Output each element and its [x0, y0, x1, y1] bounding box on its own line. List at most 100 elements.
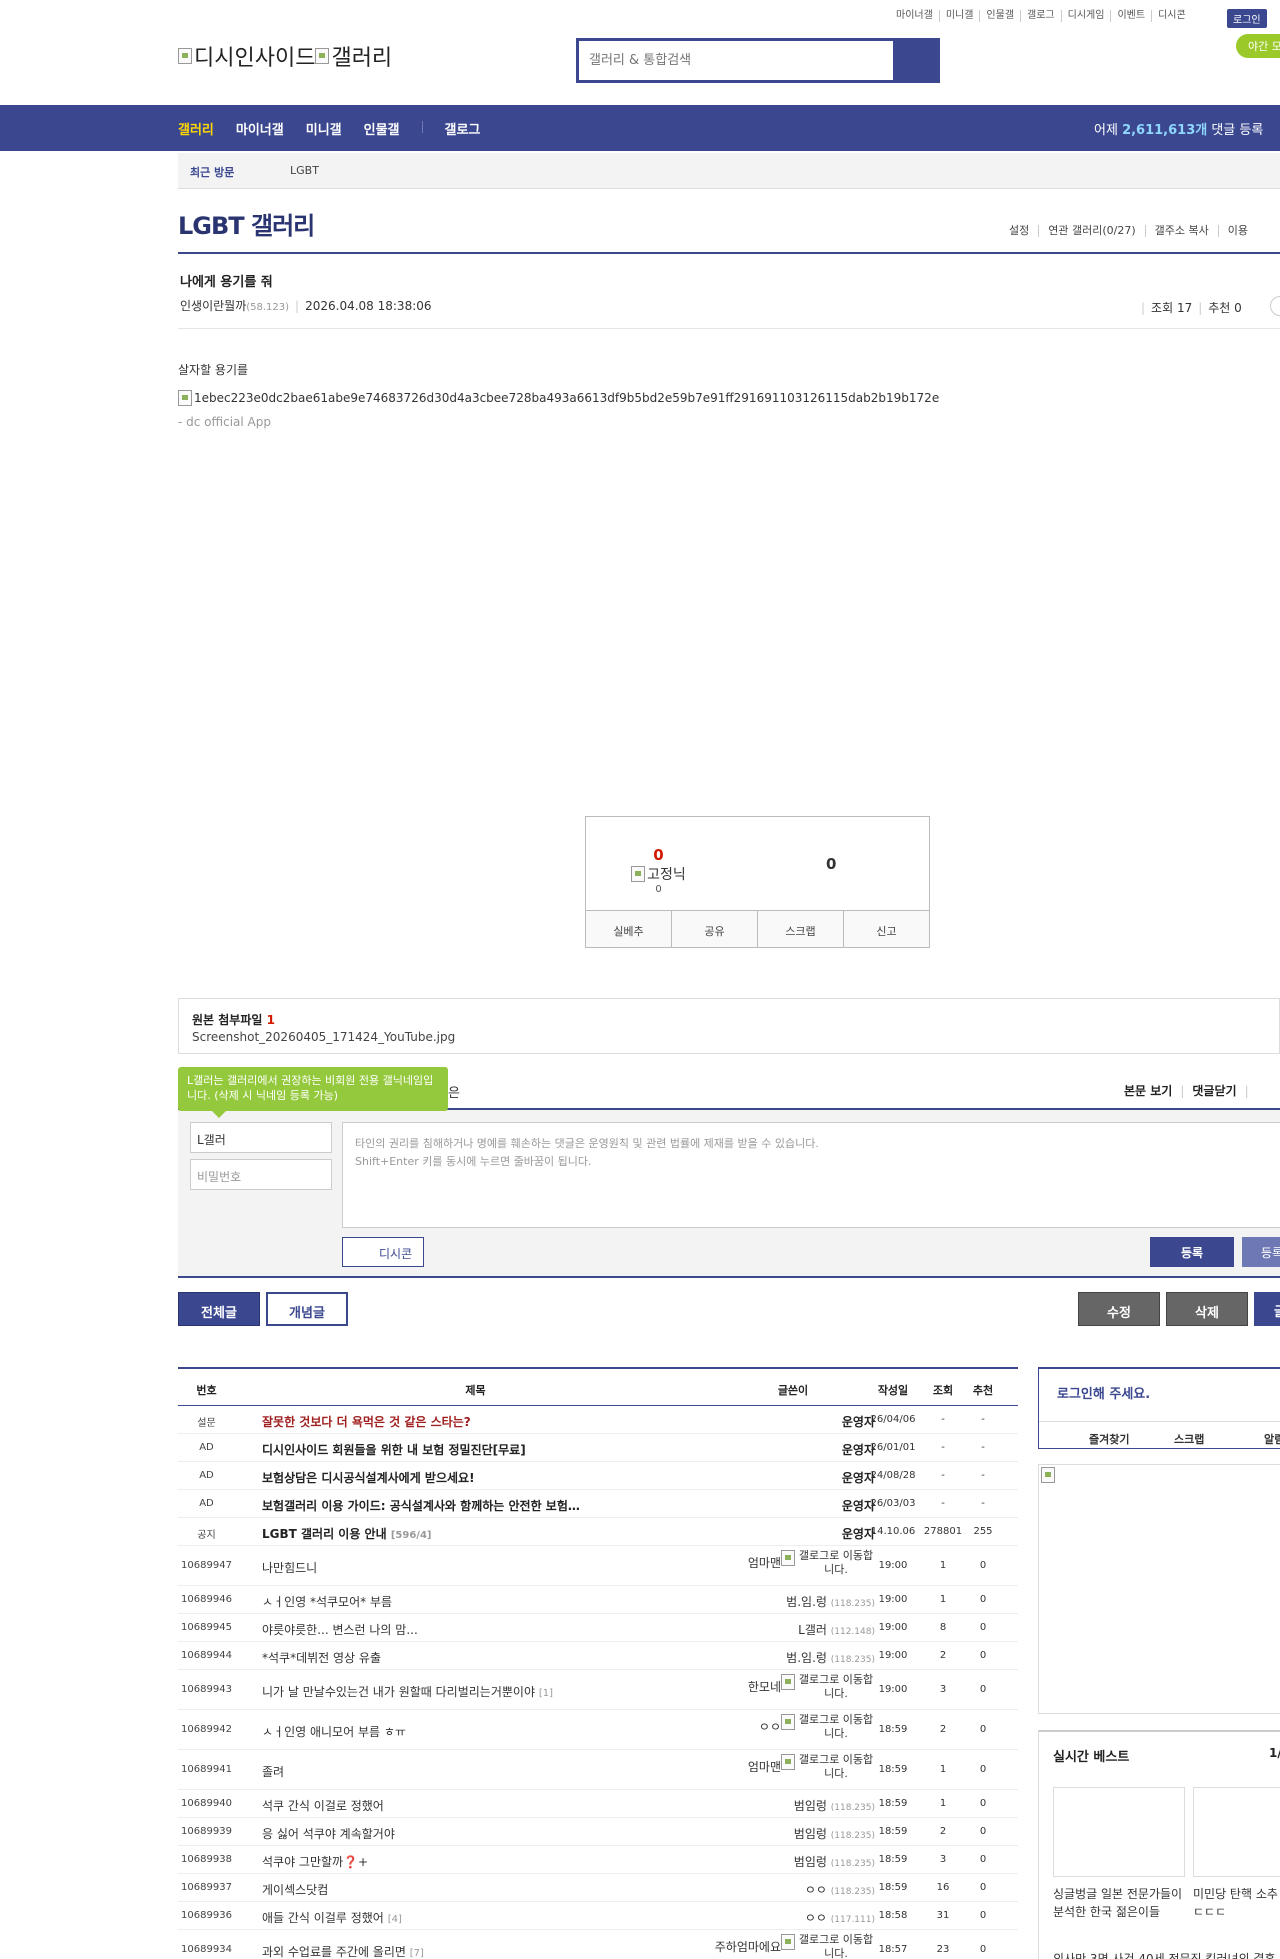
row-writer[interactable]: ㅇㅇ (118.235) [683, 1881, 875, 1898]
best-item[interactable]: 의사만 3명 사건 40세 전문직 킬러녀의 결혼 [1053, 1950, 1275, 1959]
gallog-link[interactable]: 갤로그로 이동합니다. [781, 1933, 875, 1959]
row-writer[interactable]: ㅇㅇ 갤로그로 이동합니다. [683, 1713, 875, 1741]
table-row[interactable]: 10689943 니가 날 만날수있는건 내가 원할때 다리벌리는거뿐이야 [1]… [178, 1670, 1018, 1710]
top-link[interactable]: 마이너갤 [890, 10, 939, 22]
post-image[interactable]: 1ebec223e0dc2bae61abe9e74683726d30d4a3cb… [178, 390, 939, 406]
gallery-tool[interactable]: 이용 [1217, 225, 1257, 237]
best-thumb[interactable] [1193, 1787, 1280, 1877]
row-writer[interactable]: L갤러 (112.148) [683, 1621, 875, 1638]
table-row[interactable]: 10689937 게이섹스닷컴 ㅇㅇ (118.235) 18:59 16 0 [178, 1874, 1018, 1902]
table-row[interactable]: AD 디시인사이드 회원들을 위한 내 보험 정밀진단[무료] 운영자 26/01/0… [178, 1434, 1018, 1462]
row-subject[interactable]: *석쿠*데뷔전 영상 유출 [262, 1649, 692, 1666]
table-row[interactable]: 10689940 석쿠 간식 이걸로 정했어 범임렁 (118.235) 18:59 1… [178, 1790, 1018, 1818]
row-subject[interactable]: 디시인사이드 회원들을 위한 내 보험 정밀진단[무료] [262, 1441, 692, 1458]
favorites-link[interactable]: 즐겨찾기 [1089, 1431, 1129, 1447]
row-subject[interactable]: 보험상담은 디시공식설계사에게 받으세요! [262, 1469, 692, 1486]
login-button[interactable]: 로그인 [1227, 9, 1267, 28]
table-row[interactable]: 설문 잘못한 것보다 더 욕먹은 것 같은 스타는? 운영자 26/04/06 - - [178, 1406, 1018, 1434]
row-writer[interactable]: 범임렁 (118.235) [683, 1797, 875, 1814]
gallery-tool[interactable]: 설정 [1000, 225, 1038, 237]
top-link[interactable]: 디시콘 [1151, 10, 1192, 22]
row-writer[interactable]: 운영자 [683, 1469, 875, 1486]
nav-item[interactable]: 갤로그 [445, 119, 481, 138]
row-subject[interactable]: 과외 수업료를 주간에 올리면 [7] [262, 1943, 692, 1959]
dccon-button[interactable]: 디시콘 [342, 1237, 424, 1267]
table-row[interactable]: AD 보험갤러리 이용 가이드: 공식설계사와 함께하는 안전한 보험… 운영자 26… [178, 1490, 1018, 1518]
site-logo[interactable]: 디시인사이드 갤러리 [178, 40, 392, 72]
top-link[interactable]: 인물갤 [979, 10, 1020, 22]
search-input[interactable] [579, 41, 893, 80]
side-ad[interactable] [1038, 1464, 1280, 1714]
gallog-link[interactable]: 갤로그로 이동합니다. [781, 1549, 875, 1577]
comment-count[interactable]: [4] [388, 1914, 402, 1925]
row-subject[interactable]: 나만힘드니 [262, 1559, 692, 1576]
table-row[interactable]: 10689936 애들 간식 이걸루 정했어 [4] ㅇㅇ (117.111) 18:… [178, 1902, 1018, 1930]
row-writer[interactable]: 범임렁 (118.235) [683, 1853, 875, 1870]
gallery-tool[interactable]: 갤주소 복사 [1144, 225, 1218, 237]
row-writer[interactable]: 운영자 [683, 1413, 875, 1430]
top-link[interactable]: 디시게임 [1060, 10, 1111, 22]
best-thumb[interactable] [1053, 1787, 1185, 1877]
night-mode-button[interactable]: 야간 모 [1236, 34, 1280, 58]
write-button[interactable]: 글 [1254, 1292, 1280, 1326]
nav-item[interactable]: 미니갤 [306, 119, 342, 138]
row-subject[interactable]: ㅅㅓ인영 *석쿠모어* 부름 [262, 1593, 692, 1610]
recent-item[interactable]: LGBT [290, 164, 319, 177]
best-caption[interactable]: 싱글벙글 일본 전문가들이 분석한 한국 젊은이들 [1053, 1885, 1193, 1921]
recommend-action-button[interactable]: 공유 [671, 911, 757, 947]
comment-name-input[interactable]: L갤러 [190, 1122, 332, 1153]
row-writer[interactable]: 범임렁 (118.235) [683, 1825, 875, 1842]
comment-register-recommend-button[interactable]: 등록 [1242, 1237, 1280, 1267]
row-subject[interactable]: 게이섹스닷컴 [262, 1881, 692, 1898]
gallog-link[interactable]: 갤로그로 이동합니다. [781, 1753, 875, 1781]
row-writer[interactable]: 운영자 [683, 1441, 875, 1458]
gallery-tool[interactable]: 연관 갤러리(0/27) [1038, 225, 1144, 237]
table-row[interactable]: 10689934 과외 수업료를 주간에 올리면 [7] 주하엄마에요 갤로그로 이동… [178, 1930, 1018, 1959]
table-row[interactable]: AD 보험상담은 디시공식설계사에게 받으세요! 운영자 24/08/28 - - [178, 1462, 1018, 1490]
comment-password-input[interactable]: 비밀번호 [190, 1159, 332, 1190]
row-subject[interactable]: ㅅㅓ인영 애니모어 부름 ㅎㅠ [262, 1723, 692, 1740]
delete-button[interactable]: 삭제 [1166, 1292, 1248, 1326]
row-subject[interactable]: 야릇야릇한... 변스런 나의 맘... [262, 1621, 692, 1638]
row-subject[interactable]: 잘못한 것보다 더 욕먹은 것 같은 스타는? [262, 1413, 692, 1430]
row-writer[interactable]: 운영자 [683, 1525, 875, 1542]
recommend-up[interactable]: 0 고정닉 0 [586, 846, 731, 895]
comment-count[interactable]: [1] [539, 1688, 553, 1699]
recommend-action-button[interactable]: 신고 [843, 911, 929, 947]
top-link[interactable]: 갤로그 [1020, 10, 1061, 22]
edit-button[interactable]: 수정 [1078, 1292, 1160, 1326]
row-subject[interactable]: 보험갤러리 이용 가이드: 공식설계사와 함께하는 안전한 보험… [262, 1497, 692, 1514]
comment-count[interactable]: [596/4] [391, 1530, 432, 1541]
nav-item[interactable]: 마이너갤 [236, 119, 284, 138]
row-writer[interactable]: ㅇㅇ (117.111) [683, 1909, 875, 1926]
post-author[interactable]: 인생이란뭘까 [180, 299, 246, 313]
login-prompt[interactable]: 로그인해 주세요. [1057, 1383, 1150, 1402]
top-link[interactable]: 이벤트 [1110, 10, 1151, 22]
recommend-action-button[interactable]: 스크랩 [757, 911, 843, 947]
all-posts-button[interactable]: 전체글 [178, 1292, 260, 1326]
scrap-link[interactable]: 스크랩 [1174, 1431, 1204, 1447]
row-writer[interactable]: 엄마맨 갤로그로 이동합니다. [683, 1549, 875, 1577]
gallog-link[interactable]: 갤로그로 이동합니다. [781, 1673, 875, 1701]
top-link[interactable]: 미니갤 [938, 10, 980, 22]
nav-item[interactable]: 갤러리 [178, 119, 214, 138]
row-subject[interactable]: 졸려 [262, 1763, 692, 1780]
comment-register-button[interactable]: 등록 [1150, 1237, 1234, 1267]
row-subject[interactable]: 니가 날 만날수있는건 내가 원할때 다리벌리는거뿐이야 [1] [262, 1683, 692, 1700]
notification-link[interactable]: 알림 [1264, 1431, 1280, 1447]
table-row[interactable]: 10689939 응 싫어 석쿠야 계속할거야 범임렁 (118.235) 18:59… [178, 1818, 1018, 1846]
recommend-action-button[interactable]: 실베추 [586, 911, 671, 947]
table-row[interactable]: 10689938 석쿠야 그만할까❓+ 범임렁 (118.235) 18:59 3 0 [178, 1846, 1018, 1874]
close-comments-link[interactable]: 댓글닫기 [1192, 1084, 1236, 1098]
nav-item[interactable]: 인물갤 [364, 119, 400, 138]
row-writer[interactable]: 범.임.렁 (118.235) [683, 1649, 875, 1666]
recommend-down-count[interactable]: 0 [826, 855, 836, 873]
row-subject[interactable]: LGBT 갤러리 이용 안내 [596/4] [262, 1525, 692, 1542]
best-caption[interactable]: 미민당 탄핵 소추 ㄷㄷㄷㄷ [1193, 1885, 1280, 1921]
table-row[interactable]: 10689945 야릇야릇한... 변스런 나의 맘... L갤러 (112.148… [178, 1614, 1018, 1642]
row-writer[interactable]: 엄마맨 갤로그로 이동합니다. [683, 1753, 875, 1781]
row-subject[interactable]: 응 싫어 석쿠야 계속할거야 [262, 1825, 692, 1842]
search-button[interactable] [893, 41, 937, 80]
row-subject[interactable]: 석쿠야 그만할까❓+ [262, 1853, 692, 1870]
row-subject[interactable]: 석쿠 간식 이걸로 정했어 [262, 1797, 692, 1814]
